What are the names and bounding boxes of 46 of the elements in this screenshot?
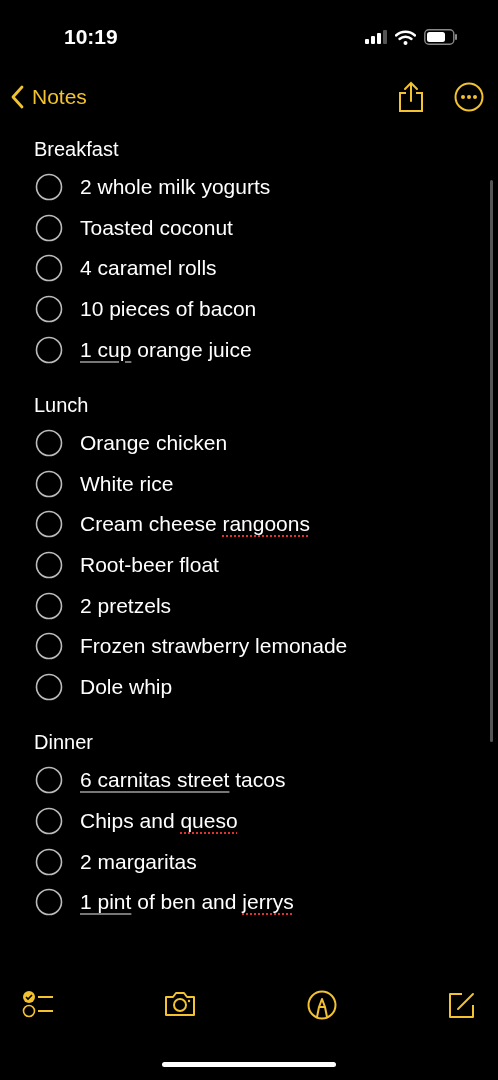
section-heading: Lunch (34, 393, 89, 417)
checklist-item-text: Root-beer float (80, 553, 219, 578)
checklist-item-text: 2 whole milk yogurts (80, 175, 271, 200)
more-icon[interactable] (454, 82, 484, 112)
checklist-item-text: Chips and queso (80, 809, 238, 833)
checkbox[interactable] (35, 429, 63, 458)
checkbox[interactable] (35, 551, 63, 580)
wifi-icon (395, 29, 416, 45)
checklist-item-text: 2 pretzels (80, 593, 172, 618)
checkbox[interactable] (35, 173, 63, 202)
checklist-item-text: 2 margaritas (80, 849, 197, 874)
status-time: 10:19 (64, 25, 119, 49)
checkbox[interactable] (35, 213, 63, 242)
checklist-item-text: Frozen strawberry lemonade (80, 634, 348, 659)
checklist-item-text: Cream cheese rangoons (80, 512, 310, 537)
signal-icon (365, 30, 387, 44)
checkbox[interactable] (35, 295, 63, 324)
checklist-item-text: 6 carnitas street tacos (80, 768, 286, 793)
checklist-item-text: 4 caramel rolls (80, 256, 217, 281)
checkbox[interactable] (35, 766, 63, 795)
battery-icon (424, 29, 458, 45)
checklist-item-text: White rice (80, 471, 174, 496)
checkbox[interactable] (35, 335, 63, 364)
checklist-item-text: Toasted coconut (80, 215, 233, 240)
checklist-item-text: 10 pieces of bacon (80, 297, 257, 322)
checkbox[interactable] (35, 847, 63, 876)
checkbox[interactable] (35, 672, 63, 701)
chevron-icon (10, 85, 24, 109)
compose-icon[interactable] (446, 990, 476, 1020)
markup-icon[interactable] (306, 990, 337, 1020)
section-heading: Breakfast (34, 138, 119, 161)
section-heading: Dinner (34, 731, 93, 755)
checklist-item-text: Orange chicken (80, 431, 228, 456)
checkbox[interactable] (35, 807, 63, 835)
share-icon[interactable] (398, 81, 424, 113)
back-button[interactable]: Notes (10, 85, 87, 109)
checkbox[interactable] (35, 632, 63, 661)
checkbox[interactable] (35, 591, 63, 620)
checkbox[interactable] (35, 510, 63, 539)
checkbox[interactable] (35, 888, 63, 917)
checkbox[interactable] (35, 469, 63, 498)
checkbox[interactable] (35, 254, 63, 283)
checklist-item-text: 1 pint of ben and jerrys (80, 890, 294, 915)
checklist-item-text: Dole whip (80, 674, 173, 699)
checklist-icon[interactable] (22, 990, 54, 1020)
checklist-item-text: 1 cup orange juice (80, 337, 252, 362)
